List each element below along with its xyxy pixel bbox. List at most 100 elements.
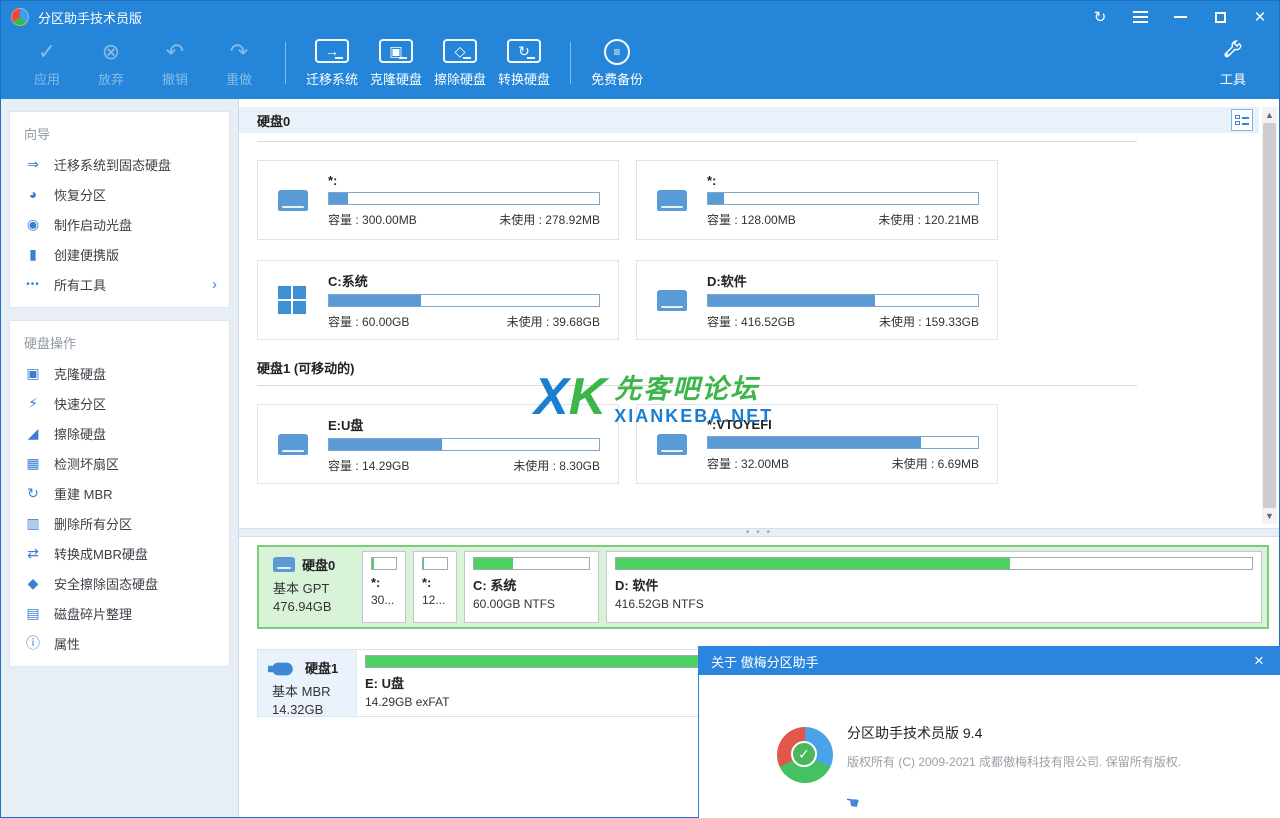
capacity-text: 容量 : 60.00GB: [328, 313, 409, 330]
capacity-text: 容量 : 128.00MB: [707, 211, 796, 228]
properties-icon: ⓘ: [24, 633, 42, 653]
apply-button[interactable]: ✓ 应用: [15, 37, 79, 90]
unused-text: 未使用 : 6.69MB: [892, 455, 979, 472]
hamburger-icon: [1133, 11, 1148, 23]
disk1-size: 14.32GB: [272, 702, 356, 717]
quick-partition-icon: ⚡: [24, 395, 42, 412]
dialog-close-button[interactable]: ×: [1248, 651, 1270, 671]
usage-bar: [707, 436, 979, 449]
disk0-row[interactable]: 硬盘0 基本 GPT 476.94GB *: 30... *:: [257, 545, 1269, 629]
app-logo-icon: [11, 8, 29, 26]
hand-pointer-icon: ☚: [843, 792, 861, 814]
volumes-scroll-area: 硬盘0 *: 容量 : 300.00MB 未使用 : 278.92MB: [239, 99, 1279, 528]
partition-card[interactable]: *: 容量 : 128.00MB 未使用 : 120.21MB: [636, 160, 998, 240]
sidebar-item-properties[interactable]: ⓘ 属性: [10, 628, 229, 658]
partition-card[interactable]: *:VTOYEFI 容量 : 32.00MB 未使用 : 6.69MB: [636, 404, 998, 484]
unused-text: 未使用 : 159.33GB: [879, 313, 979, 330]
all-tools-icon: •••: [24, 279, 42, 290]
sidebar-item-quick-partition[interactable]: ⚡ 快速分区: [10, 388, 229, 418]
tools-button[interactable]: 工具: [1201, 37, 1265, 90]
free-backup-button[interactable]: ≡ 免费备份: [585, 37, 649, 90]
disk-icon: [657, 434, 687, 455]
disk-operations-panel: 硬盘操作 ▣ 克隆硬盘 ⚡ 快速分区 ◢ 擦除硬盘 ▦ 检测坏扇区: [9, 320, 230, 667]
check-badge-icon: ✓: [791, 741, 817, 767]
partition-card[interactable]: C:系统 容量 : 60.00GB 未使用 : 39.68GB: [257, 260, 619, 340]
usage-bar: [707, 294, 979, 307]
migrate-disk-icon: ⇒: [24, 156, 42, 173]
disk0-size: 476.94GB: [273, 599, 357, 614]
volume-name: D:软件: [707, 271, 979, 290]
close-button[interactable]: ×: [1251, 8, 1269, 26]
partition-card[interactable]: D:软件 容量 : 416.52GB 未使用 : 159.33GB: [636, 260, 998, 340]
sidebar-item-recover-partition[interactable]: ◕ 恢复分区: [10, 179, 229, 209]
scrollbar-up-button[interactable]: ▲: [1262, 107, 1277, 123]
sidebar-item-clone-disk[interactable]: ▣ 克隆硬盘: [10, 358, 229, 388]
disk-icon: [657, 290, 687, 311]
unused-text: 未使用 : 120.21MB: [878, 211, 979, 228]
migrate-system-button[interactable]: → 迁移系统: [300, 37, 364, 90]
discard-button[interactable]: ⊗ 放弃: [79, 37, 143, 90]
toolbar-separator: [570, 42, 571, 84]
about-copyright: 版权所有 (C) 2009-2021 成都傲梅科技有限公司. 保留所有版权.: [847, 753, 1181, 770]
sidebar-item-delete-all-partitions[interactable]: ▥ 删除所有分区: [10, 508, 229, 538]
scrollbar-thumb[interactable]: [1263, 123, 1276, 508]
sidebar-item-create-portable[interactable]: ▮ 创建便携版: [10, 239, 229, 269]
vertical-scrollbar[interactable]: ▲ ▼: [1262, 107, 1277, 524]
convert-disk-icon: ↻: [507, 39, 541, 63]
capacity-text: 容量 : 300.00MB: [328, 211, 417, 228]
wipe-disk-button[interactable]: ◇ 擦除硬盘: [428, 37, 492, 90]
toolbar: ✓ 应用 ⊗ 放弃 ↶ 撤销 ↷ 重做 → 迁移系统 ▣ 克隆硬盘 ◇ 擦除硬盘: [1, 33, 1279, 99]
sidebar-item-rebuild-mbr[interactable]: ↻ 重建 MBR: [10, 478, 229, 508]
unused-text: 未使用 : 39.68GB: [507, 313, 600, 330]
sidebar: 向导 ⇒ 迁移系统到固态硬盘 ◕ 恢复分区 ◉ 制作启动光盘 ▮ 创建便携版: [1, 99, 239, 817]
title-bar: 分区助手技术员版 ↻ ×: [1, 1, 1279, 33]
check-icon: ✓: [38, 39, 56, 65]
partition-card[interactable]: E:U盘 容量 : 14.29GB 未使用 : 8.30GB: [257, 404, 619, 484]
cancel-icon: ⊗: [102, 39, 120, 65]
windows-icon: [278, 286, 312, 314]
disk-icon: [273, 557, 295, 572]
sidebar-item-migrate-to-ssd[interactable]: ⇒ 迁移系统到固态硬盘: [10, 149, 229, 179]
capacity-text: 容量 : 416.52GB: [707, 313, 795, 330]
minimize-button[interactable]: [1171, 8, 1189, 26]
view-toggle-button[interactable]: [1231, 109, 1253, 131]
disk1-section-header: 硬盘1 (可移动的): [239, 340, 1259, 377]
scrollbar-down-button[interactable]: ▼: [1262, 508, 1277, 524]
menu-button[interactable]: [1131, 8, 1149, 26]
maximize-icon: [1215, 12, 1226, 23]
unused-text: 未使用 : 8.30GB: [513, 457, 600, 474]
panel-splitter[interactable]: • • •: [239, 528, 1279, 537]
partition-block[interactable]: *: 30...: [362, 551, 406, 623]
close-icon: ×: [1254, 8, 1265, 27]
toolbar-separator: [285, 42, 286, 84]
sidebar-item-wipe-disk[interactable]: ◢ 擦除硬盘: [10, 418, 229, 448]
undo-button[interactable]: ↶ 撤销: [143, 37, 207, 90]
refresh-button[interactable]: ↻: [1091, 8, 1109, 26]
usage-bar: [371, 557, 397, 570]
partition-card[interactable]: *: 容量 : 300.00MB 未使用 : 278.92MB: [257, 160, 619, 240]
partition-block[interactable]: C: 系统 60.00GB NTFS: [464, 551, 599, 623]
disk1-label: 硬盘1 基本 MBR 14.32GB: [258, 650, 356, 716]
usage-bar: [473, 557, 590, 570]
secure-erase-icon: ◆: [24, 575, 42, 592]
redo-button[interactable]: ↷ 重做: [207, 37, 271, 90]
clone-disk-icon: ▣: [379, 39, 413, 63]
sidebar-item-make-bootable-media[interactable]: ◉ 制作启动光盘: [10, 209, 229, 239]
clone-disk-icon: ▣: [24, 365, 42, 382]
sidebar-item-check-bad-sectors[interactable]: ▦ 检测坏扇区: [10, 448, 229, 478]
partition-block[interactable]: *: 12...: [413, 551, 457, 623]
sidebar-item-defragment[interactable]: ▤ 磁盘碎片整理: [10, 598, 229, 628]
usb-icon: [272, 662, 293, 675]
partition-block[interactable]: D: 软件 416.52GB NTFS: [606, 551, 1262, 623]
sidebar-item-all-tools[interactable]: ••• 所有工具 ›: [10, 269, 229, 299]
convert-disk-button[interactable]: ↻ 转换硬盘: [492, 37, 556, 90]
maximize-button[interactable]: [1211, 8, 1229, 26]
clone-disk-button[interactable]: ▣ 克隆硬盘: [364, 37, 428, 90]
delete-partitions-icon: ▥: [24, 515, 42, 532]
disk0-label: 硬盘0 基本 GPT 476.94GB: [259, 547, 357, 627]
disk1-type: 基本 MBR: [272, 681, 356, 700]
app-window: 分区助手技术员版 ↻ × ✓ 应用 ⊗ 放弃 ↶ 撤销 ↷ 重做 → 迁移: [0, 0, 1280, 818]
sidebar-item-secure-erase-ssd[interactable]: ◆ 安全擦除固态硬盘: [10, 568, 229, 598]
window-title: 分区助手技术员版: [38, 8, 1091, 27]
sidebar-item-convert-to-mbr[interactable]: ⇄ 转换成MBR硬盘: [10, 538, 229, 568]
